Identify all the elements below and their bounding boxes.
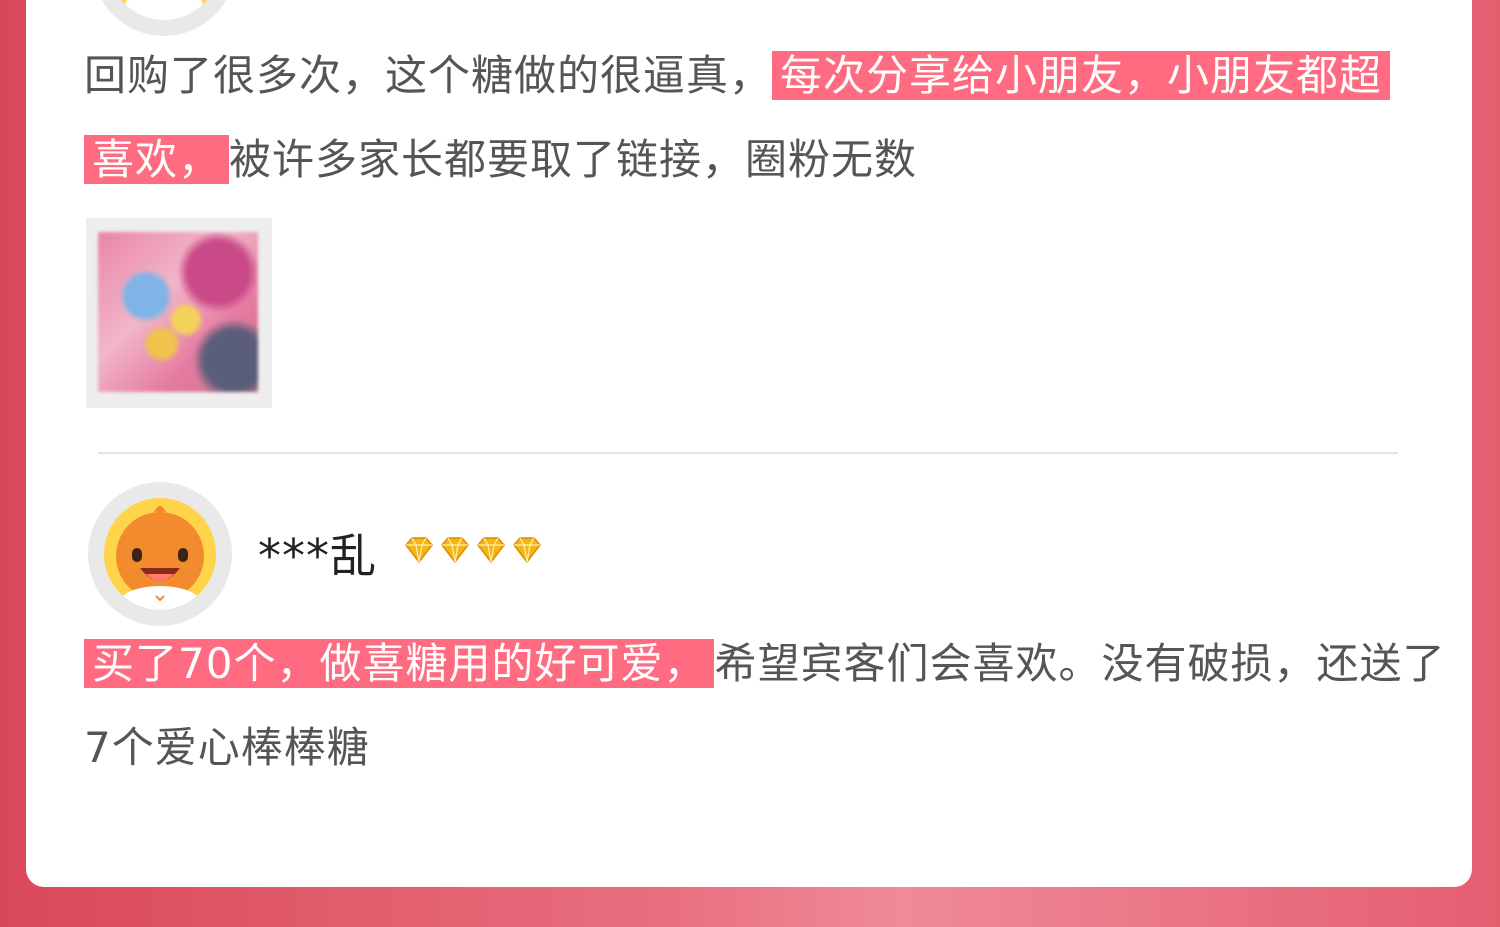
review-highlight: 买了70个，做喜糖用的好可爱， — [84, 639, 715, 688]
review-highlight: 每次分享给小朋友，小朋友都超 — [772, 51, 1391, 100]
reviews-card: 回购了很多次，这个糖做的很逼真， 每次分享给小朋友，小朋友都超喜欢， 被许多家长都要… — [26, 0, 1472, 887]
diamond-icon — [405, 537, 433, 564]
candy-photo-image — [98, 232, 258, 392]
review-text: 买了70个，做喜糖用的好可爱， 希望宾客们会喜欢。没有破损，还送了7个爱心棒棒糖 — [84, 622, 1464, 790]
review-divider — [98, 452, 1398, 454]
mascot-avatar-icon — [104, 498, 216, 610]
reviewer-avatar[interactable] — [88, 482, 232, 626]
reviewer-username: ***乱 — [258, 529, 377, 583]
reviewer-avatar[interactable] — [92, 0, 236, 36]
review-text-plain: 被许多家长都要取了链接，圈粉无数 — [229, 135, 918, 184]
review-photo-thumbnail[interactable] — [86, 218, 272, 408]
rating-diamonds — [402, 536, 544, 564]
diamond-icon — [513, 537, 541, 564]
diamond-icon — [441, 537, 469, 564]
review-highlight: 喜欢， — [84, 135, 230, 184]
diamond-icon — [477, 537, 505, 564]
mascot-avatar-icon — [108, 0, 220, 20]
review-text-plain: 回购了很多次，这个糖做的很逼真， — [84, 51, 773, 100]
review-text: 回购了很多次，这个糖做的很逼真， 每次分享给小朋友，小朋友都超喜欢， 被许多家长都要… — [84, 34, 1464, 202]
